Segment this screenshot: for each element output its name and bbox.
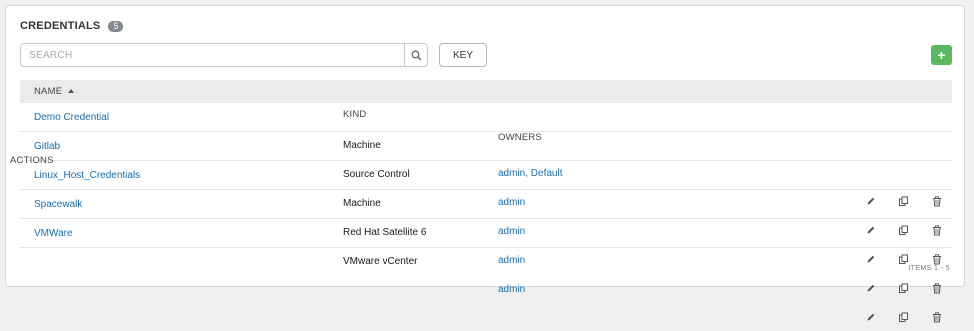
row-actions bbox=[854, 303, 953, 331]
key-button[interactable]: KEY bbox=[439, 43, 487, 67]
credential-name-link[interactable]: Linux_Host_Credentials bbox=[34, 170, 140, 181]
credential-name-link[interactable]: Demo Credential bbox=[34, 112, 109, 123]
search-box bbox=[20, 43, 428, 67]
table-row: Gitlab Source Control admin bbox=[20, 132, 952, 235]
sort-ascending-icon bbox=[68, 88, 75, 93]
credential-name-link[interactable]: VMWare bbox=[34, 228, 73, 239]
table-row: Linux_Host_Credentials Machine admin bbox=[20, 161, 952, 264]
credential-kind: VMware vCenter bbox=[343, 255, 418, 267]
copy-icon bbox=[899, 312, 908, 322]
items-count: ITEMS 1 - 5 bbox=[908, 265, 950, 272]
delete-button[interactable] bbox=[920, 311, 953, 323]
copy-button[interactable] bbox=[887, 312, 920, 323]
credentials-panel: CREDENTIALS 5 KEY + NAME KIND OWNERS ACT… bbox=[5, 5, 965, 322]
trash-icon bbox=[932, 311, 941, 322]
page-title: CREDENTIALS bbox=[20, 20, 101, 32]
column-header-name[interactable]: NAME bbox=[34, 80, 966, 103]
credentials-table: NAME KIND OWNERS ACTIONS Demo Credential… bbox=[10, 80, 952, 322]
count-badge: 5 bbox=[108, 20, 124, 32]
credential-name-link[interactable]: Spacewalk bbox=[34, 199, 82, 210]
table-row: VMWare VMware vCenter admin bbox=[20, 219, 952, 322]
table-row: Spacewalk Red Hat Satellite 6 admin bbox=[20, 190, 952, 293]
edit-button[interactable] bbox=[854, 312, 887, 322]
search-icon bbox=[411, 50, 421, 60]
panel-header: CREDENTIALS 5 bbox=[20, 20, 124, 32]
add-credential-button[interactable]: + bbox=[931, 45, 952, 65]
column-header-name-label: NAME bbox=[34, 86, 63, 97]
table-row: Demo Credential Machine admin, Default bbox=[20, 103, 952, 206]
search-button[interactable] bbox=[404, 44, 427, 66]
pencil-icon bbox=[867, 313, 874, 321]
credential-name-link[interactable]: Gitlab bbox=[34, 141, 60, 152]
search-input[interactable] bbox=[21, 44, 404, 66]
table-header: NAME KIND OWNERS ACTIONS bbox=[10, 80, 952, 166]
